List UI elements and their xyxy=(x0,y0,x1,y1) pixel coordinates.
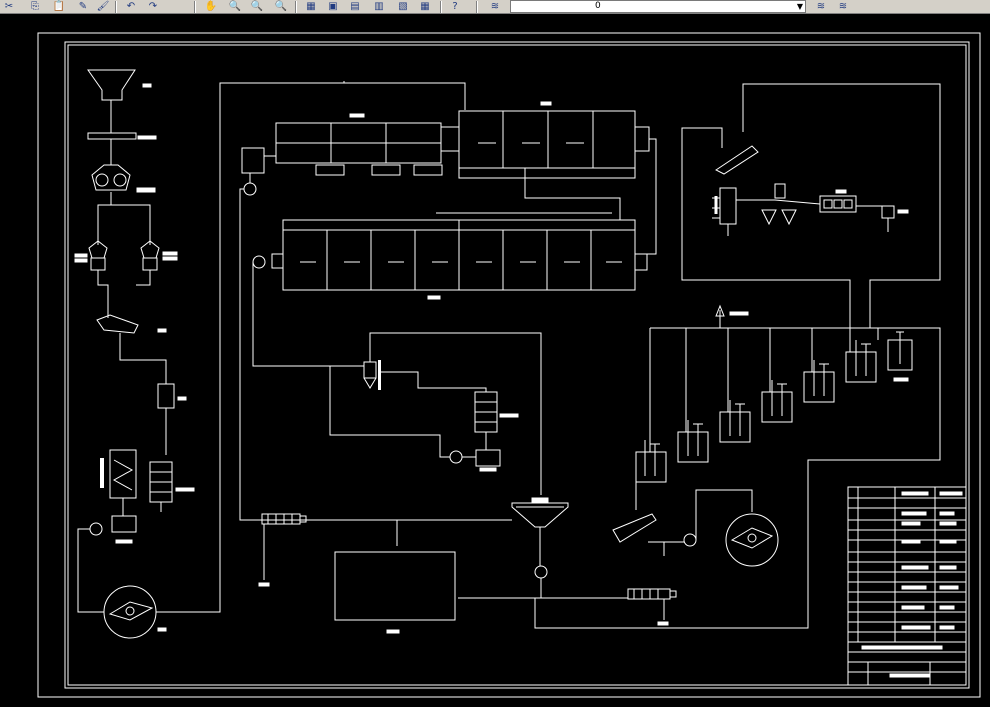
pump-icon xyxy=(252,255,266,269)
title-block xyxy=(847,486,967,686)
zoom-realtime-icon[interactable]: 🔍 xyxy=(228,1,242,13)
flow-line xyxy=(122,498,162,516)
flow-line xyxy=(97,270,151,318)
paste-icon[interactable]: 📋 xyxy=(52,1,66,13)
brush-icon[interactable]: 🖌 xyxy=(96,1,110,13)
pump-icon xyxy=(243,182,257,196)
sheet-inner-border xyxy=(64,41,970,689)
flow-line xyxy=(156,82,466,613)
flow-line xyxy=(119,333,167,384)
sheet-set-icon[interactable]: ▥ xyxy=(372,1,386,13)
flow-line xyxy=(635,489,753,556)
conditioning-tank xyxy=(241,147,276,174)
filter-press-1 xyxy=(261,513,307,525)
match-properties-icon[interactable]: ✎ xyxy=(76,1,90,13)
toolbar-separator xyxy=(194,1,196,13)
toolbar-separator xyxy=(476,1,478,13)
layer-value: 0 xyxy=(595,1,601,11)
flow-line xyxy=(252,262,364,367)
copy-icon[interactable]: ⎘ xyxy=(28,1,42,13)
flow-line xyxy=(681,83,941,328)
sheet-outer-border xyxy=(37,32,981,698)
dewatering-screen xyxy=(715,145,759,175)
tool-palettes-icon[interactable]: ▤ xyxy=(348,1,362,13)
vibrating-feeder xyxy=(87,132,157,140)
toolbar-separator xyxy=(295,1,297,13)
label-marker xyxy=(258,582,270,587)
chevron-down-icon[interactable]: ▼ xyxy=(797,1,803,12)
markup-icon[interactable]: ▧ xyxy=(396,1,410,13)
layer-manager-icon[interactable]: ≋ xyxy=(488,1,502,13)
concentrate-storage xyxy=(334,551,456,621)
fine-ore-bin xyxy=(157,383,187,409)
flow-line xyxy=(239,173,262,521)
help-icon[interactable]: ? xyxy=(448,1,462,13)
pump-icon xyxy=(534,565,548,579)
hydrocyclone xyxy=(363,360,381,390)
filter-press-2 xyxy=(627,588,677,600)
toolbar-separator xyxy=(115,1,117,13)
thickener xyxy=(511,497,569,528)
jaw-crusher xyxy=(91,164,156,193)
cad-drawing xyxy=(37,32,981,698)
classifier-screw xyxy=(100,449,137,499)
undo-icon[interactable]: ↶ xyxy=(124,1,138,13)
flow-line xyxy=(650,310,940,329)
layer-previous-icon[interactable]: ≋ xyxy=(814,1,828,13)
dryer-unit xyxy=(712,183,909,236)
flotation-bank-bottom xyxy=(271,219,648,300)
toolbar-separator xyxy=(440,1,442,13)
properties-icon[interactable]: ▦ xyxy=(304,1,318,13)
flow-line xyxy=(329,366,487,458)
cone-crusher-1 xyxy=(74,240,108,271)
redo-icon[interactable]: ↷ xyxy=(146,1,160,13)
flow-line xyxy=(458,327,941,629)
cut-icon[interactable]: ✂ xyxy=(2,1,16,13)
flow-line xyxy=(635,328,879,500)
design-center-icon[interactable]: ▣ xyxy=(326,1,340,13)
calculator-icon[interactable]: ▦ xyxy=(418,1,432,13)
ball-mill-small xyxy=(149,461,195,503)
vibrating-screen xyxy=(96,314,167,334)
standard-toolbar: ✂ ⎘ 📋 ✎ 🖌 ↶ ↷ ✋ 🔍 🔍 🔍 ▦ ▣ ▤ ▥ ▧ ▦ ? ≋ 0 … xyxy=(0,0,990,14)
cone-crusher-2 xyxy=(140,240,178,271)
label-marker xyxy=(386,629,400,634)
pump-icon xyxy=(683,533,697,547)
flow-line xyxy=(77,528,104,613)
regrind-ball-mill xyxy=(474,391,519,472)
flow-line xyxy=(647,138,657,255)
layer-dropdown[interactable]: 0 ▼ xyxy=(510,0,806,13)
pan-icon[interactable]: ✋ xyxy=(204,1,218,13)
zoom-previous-icon[interactable]: 🔍 xyxy=(274,1,288,13)
flow-line xyxy=(97,192,151,245)
tailings-screen xyxy=(612,513,657,543)
reagent-tank-icon xyxy=(715,304,749,317)
flow-line xyxy=(736,199,889,232)
layer-states-icon[interactable]: ≋ xyxy=(836,1,850,13)
label-marker xyxy=(657,621,669,626)
pump-icon xyxy=(449,450,463,464)
drawing-canvas[interactable] xyxy=(0,14,990,703)
tailings-mill xyxy=(725,513,779,567)
flotation-bank-top xyxy=(275,101,650,179)
zoom-window-icon[interactable]: 🔍 xyxy=(250,1,264,13)
sump-pump-1 xyxy=(89,515,137,544)
drawing-frame xyxy=(67,44,967,686)
feed-hopper xyxy=(87,69,152,101)
flow-line xyxy=(436,168,621,220)
